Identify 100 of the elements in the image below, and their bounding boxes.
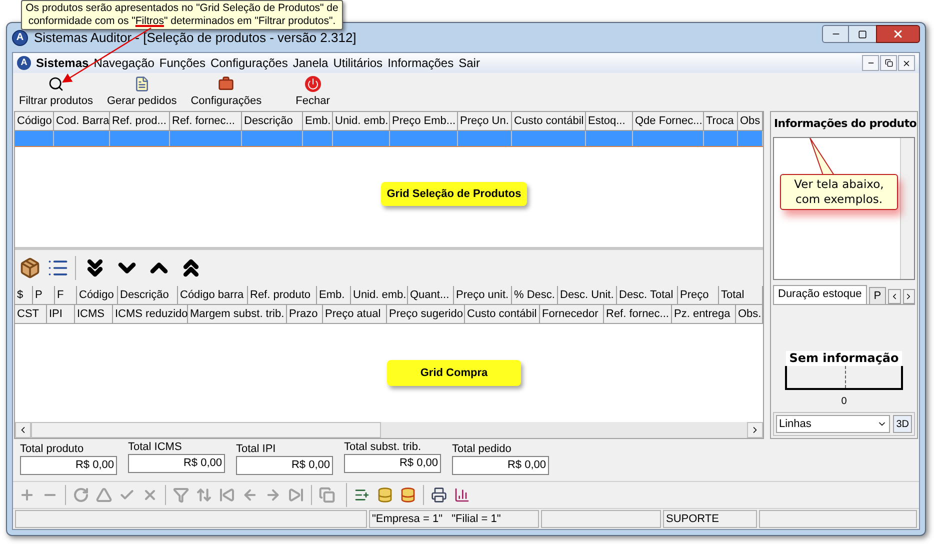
restore-icon bbox=[884, 59, 892, 67]
chart-style-select[interactable]: Linhas bbox=[776, 415, 890, 433]
column-header[interactable]: Unid. emb. bbox=[351, 286, 408, 304]
column-header[interactable]: Fornecedor bbox=[540, 305, 604, 323]
column-header[interactable]: Desc. Unit. bbox=[558, 286, 617, 304]
chart-icon[interactable] bbox=[454, 487, 470, 503]
menu-item[interactable]: Configurações bbox=[210, 54, 288, 72]
column-header[interactable]: Emb. bbox=[317, 286, 351, 304]
close-icon[interactable] bbox=[142, 487, 158, 503]
database-icon[interactable] bbox=[377, 487, 393, 503]
total-field: R$ 0,00 bbox=[20, 456, 117, 475]
total-label: Total ICMS bbox=[128, 440, 183, 454]
column-header[interactable]: P bbox=[33, 286, 55, 304]
column-header[interactable]: Descrição bbox=[118, 286, 178, 304]
column-header[interactable]: Qde Fornec... bbox=[633, 112, 704, 130]
total-label: Total produto bbox=[20, 442, 85, 456]
close-button[interactable] bbox=[898, 55, 915, 71]
vertical-scrollbar[interactable] bbox=[900, 138, 914, 278]
tab[interactable]: P bbox=[868, 286, 886, 304]
column-header[interactable]: Obs bbox=[738, 112, 763, 130]
column-header[interactable]: Desc. Total bbox=[617, 286, 678, 304]
window-title: Sistemas Auditor - [Seleção de produtos - versão 2.312] bbox=[34, 28, 356, 47]
column-header[interactable]: CST bbox=[15, 305, 47, 323]
toolbar-button[interactable]: Fechar bbox=[296, 76, 330, 108]
maximize-icon bbox=[858, 30, 867, 38]
toolbar-button[interactable]: Configurações bbox=[190, 76, 262, 108]
column-header[interactable]: Prazo bbox=[287, 305, 323, 323]
triangle-icon[interactable] bbox=[96, 487, 112, 503]
column-header[interactable]: Preço sugerido bbox=[387, 305, 465, 323]
column-header[interactable]: $ bbox=[15, 286, 33, 304]
column-header[interactable]: Custo contábil bbox=[512, 112, 586, 130]
menu-item[interactable]: Sair bbox=[458, 54, 480, 72]
tab-right-button[interactable] bbox=[902, 288, 915, 304]
callout-note: Os produtos serão apresentados no "Grid Seleção de Produtos" de conformidade com os "Filtros" determinados em "Filtrar produtos". bbox=[21, 0, 343, 30]
copy-icon[interactable] bbox=[319, 487, 335, 503]
menu-item[interactable]: Janela bbox=[292, 54, 328, 72]
column-header[interactable]: Margem subst. trib. bbox=[188, 305, 287, 323]
tab-left-button[interactable] bbox=[888, 288, 901, 304]
document-icon bbox=[134, 76, 150, 92]
column-header[interactable]: Custo contábil bbox=[465, 305, 540, 323]
app-logo: A bbox=[12, 30, 28, 46]
menu-item[interactable]: Utilitários bbox=[333, 54, 383, 72]
column-header[interactable]: Descrição bbox=[242, 112, 303, 130]
column-header[interactable]: IPI bbox=[47, 305, 75, 323]
axis-tick-label: 0 bbox=[841, 395, 847, 409]
column-header[interactable]: Preço Un. bbox=[458, 112, 512, 130]
column-header[interactable]: ICMS reduzido bbox=[113, 305, 188, 323]
maximize-button[interactable] bbox=[849, 25, 876, 43]
callout-pointer bbox=[809, 138, 835, 176]
menu-item[interactable]: Navegação bbox=[94, 54, 154, 72]
column-header[interactable]: Estoq... bbox=[586, 112, 633, 130]
column-header[interactable]: Preço Emb... bbox=[390, 112, 458, 130]
total-field: R$ 0,00 bbox=[344, 454, 441, 473]
plus-icon[interactable] bbox=[19, 487, 35, 503]
horizontal-scrollbar[interactable] bbox=[15, 422, 763, 438]
printer-icon[interactable] bbox=[431, 487, 447, 503]
filter-icon[interactable] bbox=[173, 487, 189, 503]
last-icon[interactable] bbox=[288, 487, 304, 503]
column-header[interactable]: Preço unit. bbox=[454, 286, 512, 304]
column-header[interactable]: Cod. Barra bbox=[54, 112, 110, 130]
chart-title: Sem informação bbox=[786, 351, 902, 366]
column-header[interactable]: F bbox=[55, 286, 77, 304]
column-header[interactable]: Preço bbox=[678, 286, 719, 304]
menu-item[interactable]: Informações bbox=[388, 54, 454, 72]
column-header[interactable]: Obs. bbox=[736, 305, 763, 323]
restore-button[interactable] bbox=[880, 55, 897, 71]
column-header[interactable]: Pz. entrega bbox=[672, 305, 736, 323]
column-header[interactable]: Preço atual bbox=[323, 305, 387, 323]
column-header[interactable]: ICMS bbox=[75, 305, 113, 323]
column-header[interactable]: Troca bbox=[704, 112, 738, 130]
column-header[interactable]: Código bbox=[77, 286, 118, 304]
column-header[interactable]: Ref. prod... bbox=[110, 112, 170, 130]
column-header[interactable]: Emb. bbox=[303, 112, 333, 130]
column-header[interactable]: Código bbox=[15, 112, 54, 130]
toolbar-button[interactable]: Filtrar produtos bbox=[19, 76, 93, 108]
database-icon[interactable] bbox=[400, 487, 416, 503]
column-header[interactable]: Quant... bbox=[408, 286, 454, 304]
column-header[interactable]: Ref. fornec... bbox=[170, 112, 242, 130]
column-header[interactable]: Total bbox=[719, 286, 763, 304]
column-header[interactable]: Unid. emb. bbox=[333, 112, 390, 130]
menu-item[interactable]: Sistemas bbox=[36, 54, 89, 72]
column-header[interactable]: Código barra bbox=[178, 286, 248, 304]
close-button[interactable] bbox=[876, 25, 920, 43]
list-add-icon[interactable] bbox=[354, 487, 370, 503]
right-arrow-icon[interactable] bbox=[265, 487, 281, 503]
menu-item[interactable]: Funções bbox=[159, 54, 206, 72]
app-logo: A bbox=[17, 56, 31, 70]
column-header[interactable]: % Desc. bbox=[512, 286, 558, 304]
total-label: Total pedido bbox=[452, 442, 512, 456]
grid-label: Grid Compra bbox=[387, 360, 521, 386]
refresh-icon[interactable] bbox=[73, 487, 89, 503]
column-header[interactable]: Ref. fornec... bbox=[604, 305, 672, 323]
3d-button[interactable]: 3D bbox=[893, 415, 912, 433]
box-icon[interactable] bbox=[19, 257, 41, 279]
first-icon[interactable] bbox=[219, 487, 235, 503]
toolbar-button[interactable]: Gerar pedidos bbox=[106, 76, 177, 108]
tab[interactable]: Duração estoque bbox=[773, 284, 867, 304]
sort-icon[interactable] bbox=[196, 487, 212, 503]
column-header[interactable]: Ref. produto bbox=[248, 286, 317, 304]
close-icon bbox=[892, 28, 904, 40]
